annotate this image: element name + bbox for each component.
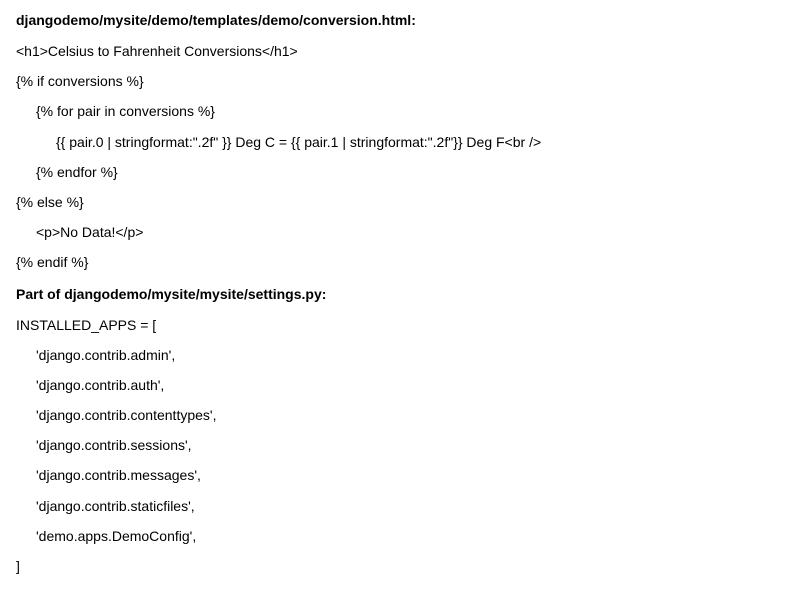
code-line: 'django.contrib.admin', [16, 346, 778, 364]
file2-heading: Part of djangodemo/mysite/mysite/setting… [16, 286, 778, 302]
code-line: 'django.contrib.auth', [16, 376, 778, 394]
code-line: 'django.contrib.messages', [16, 466, 778, 484]
code-line: INSTALLED_APPS = [ [16, 316, 778, 334]
code-line: 'django.contrib.sessions', [16, 436, 778, 454]
code-line: {% if conversions %} [16, 72, 778, 90]
code-line: {{ pair.0 | stringformat:".2f" }} Deg C … [16, 133, 778, 151]
code-line: 'demo.apps.DemoConfig', [16, 527, 778, 545]
code-line: {% else %} [16, 193, 778, 211]
code-line: <p>No Data!</p> [16, 223, 778, 241]
code-line: {% for pair in conversions %} [16, 102, 778, 120]
code-line: {% endfor %} [16, 163, 778, 181]
code-line: 'django.contrib.staticfiles', [16, 497, 778, 515]
code-line: ] [16, 557, 778, 575]
code-line: 'django.contrib.contenttypes', [16, 406, 778, 424]
file1-heading: djangodemo/mysite/demo/templates/demo/co… [16, 12, 778, 28]
code-line: <h1>Celsius to Fahrenheit Conversions</h… [16, 42, 778, 60]
code-line: {% endif %} [16, 253, 778, 271]
